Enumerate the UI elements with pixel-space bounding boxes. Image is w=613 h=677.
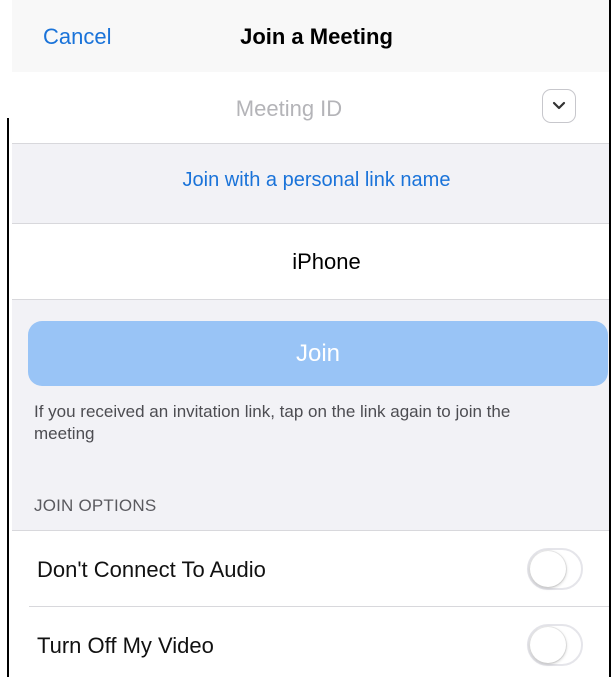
option-label: Don't Connect To Audio: [37, 557, 266, 582]
toggle-knob: [530, 627, 566, 663]
dont-connect-audio-toggle[interactable]: [527, 548, 583, 590]
display-name-input[interactable]: [32, 241, 609, 283]
navigation-bar: Cancel Join a Meeting: [12, 0, 609, 73]
option-label: Turn Off My Video: [37, 633, 214, 658]
meeting-id-input[interactable]: [52, 88, 526, 130]
chevron-down-icon: [552, 101, 566, 110]
personal-link-row: Join with a personal link name: [12, 145, 609, 224]
display-name-row: [12, 224, 609, 300]
join-options-list: Don't Connect To Audio Turn Off My Video: [12, 530, 609, 677]
join-with-personal-link-button[interactable]: Join with a personal link name: [24, 169, 609, 192]
option-dont-connect-audio: Don't Connect To Audio: [12, 531, 609, 607]
option-turn-off-video: Turn Off My Video: [12, 607, 609, 677]
meeting-history-dropdown-button[interactable]: [542, 89, 576, 123]
join-options-header: JOIN OPTIONS: [34, 496, 157, 515]
meeting-id-row: [12, 72, 609, 144]
join-meeting-screen: Cancel Join a Meeting Join with a person…: [12, 0, 611, 677]
join-button[interactable]: Join: [28, 321, 608, 386]
page-title: Join a Meeting: [240, 24, 393, 49]
turn-off-video-toggle[interactable]: [527, 624, 583, 666]
window-edge-line: [7, 118, 9, 677]
toggle-knob: [530, 551, 566, 587]
invitation-help-text: If you received an invitation link, tap …: [34, 402, 511, 443]
